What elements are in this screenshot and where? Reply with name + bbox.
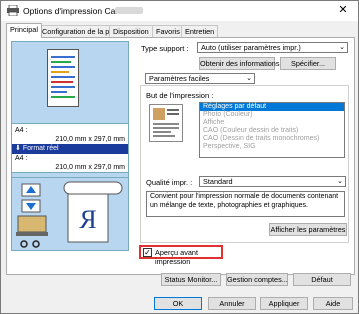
paper-feed-graphic: R xyxy=(16,181,123,248)
tab-principal[interactable]: Principal xyxy=(6,23,42,38)
print-preview-label[interactable]: Aperçu avant impression xyxy=(155,248,221,266)
printer-graphic: R xyxy=(11,177,129,251)
purpose-thumbnail xyxy=(149,104,183,142)
title-bar: Options d'impression Canon ✕ xyxy=(1,1,358,21)
ok-button[interactable]: OK xyxy=(154,297,202,310)
list-item[interactable]: CAO (Couleur dessin de traits) xyxy=(200,127,344,135)
redacted-printer-name xyxy=(115,7,143,14)
scaling-mode: ⬇ Format réel xyxy=(12,144,128,154)
print-preview-checkbox[interactable]: ✓ xyxy=(143,248,152,257)
help-button[interactable]: Aide xyxy=(313,297,353,310)
input-size-label: A4 : xyxy=(15,127,28,134)
list-item[interactable]: Perspective, SIG xyxy=(200,143,344,151)
purpose-description: Convient pour l'impression normale de do… xyxy=(146,191,345,217)
media-type-label: Type support : xyxy=(141,44,189,53)
specify-button[interactable]: Spécifier... xyxy=(280,57,336,70)
arrow-down-icon: ⬇ xyxy=(15,145,23,152)
manage-accounts-button[interactable]: Gestion comptes... xyxy=(226,273,288,286)
list-item[interactable]: CAO (Dessin de traits monochromes) xyxy=(200,135,344,143)
list-item[interactable]: Photo (Couleur) xyxy=(200,111,344,119)
apply-button[interactable]: Appliquer xyxy=(260,297,308,310)
orientation-glyph: R xyxy=(79,205,97,234)
paper-thumbnail xyxy=(47,49,79,107)
window-title: Options d'impression Canon xyxy=(23,6,130,16)
list-item[interactable]: Affiche xyxy=(200,119,344,127)
chevron-down-icon: ⌄ xyxy=(339,44,345,51)
input-size-value: 210,0 mm x 297,0 mm xyxy=(55,136,125,143)
print-quality-label: Qualité impr. : xyxy=(146,178,193,187)
tab-favorites[interactable]: Favoris xyxy=(152,25,184,37)
close-icon[interactable]: ✕ xyxy=(330,1,356,20)
output-size-label: A4 : xyxy=(15,155,28,162)
output-size-value: 210,0 mm x 297,0 mm xyxy=(55,164,125,171)
print-preview-highlight: ✓ Aperçu avant impression xyxy=(139,245,223,266)
get-info-button[interactable]: Obtenir des informations... xyxy=(199,57,286,70)
paper-size-info: A4 : 210,0 mm x 297,0 mm ⬇ Format réel A… xyxy=(11,123,129,173)
list-item[interactable]: Réglages par défaut xyxy=(200,103,344,111)
print-purpose-list[interactable]: Réglages par défaut Photo (Couleur) Affi… xyxy=(199,102,345,158)
print-options-window: Options d'impression Canon ✕ Principal C… xyxy=(0,0,359,314)
status-monitor-button[interactable]: Status Monitor... xyxy=(161,273,221,286)
tab-layout[interactable]: Disposition xyxy=(109,25,153,37)
tab-maintenance[interactable]: Entretien xyxy=(181,25,219,37)
show-settings-button[interactable]: Afficher les paramètres xyxy=(269,223,347,236)
page-preview xyxy=(30,46,96,112)
media-type-select[interactable]: Auto (utiliser paramètres impr.) ⌄ xyxy=(197,42,348,53)
cancel-button[interactable]: Annuler xyxy=(208,297,256,310)
settings-mode-select[interactable]: Paramètres faciles ⌄ xyxy=(145,73,255,84)
printer-icon xyxy=(7,5,19,16)
print-purpose-label: But de l'impression : xyxy=(146,91,214,100)
default-button[interactable]: Défaut xyxy=(293,273,351,286)
chevron-down-icon: ⌄ xyxy=(337,178,343,185)
chevron-down-icon: ⌄ xyxy=(246,75,252,82)
print-quality-select[interactable]: Standard ⌄ xyxy=(199,176,346,187)
